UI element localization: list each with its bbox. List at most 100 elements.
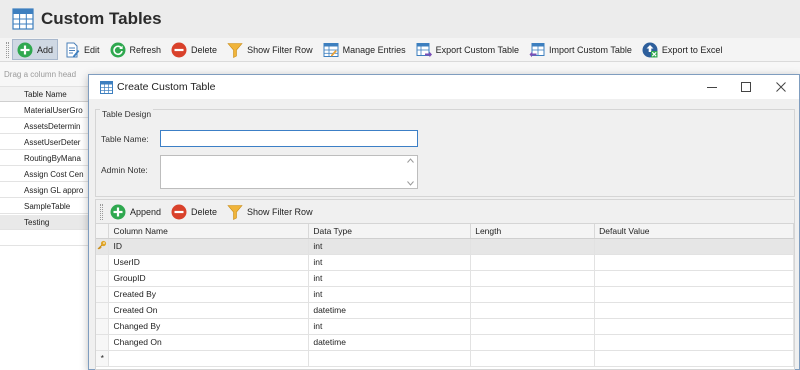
export-custom-table-label: Export Custom Table bbox=[435, 44, 520, 55]
table-row[interactable]: Assign GL appro bbox=[0, 183, 95, 198]
row-indicator bbox=[96, 334, 110, 351]
minimize-icon bbox=[707, 82, 717, 92]
new-row-cell[interactable] bbox=[594, 350, 794, 367]
column-name-cell[interactable]: UserID bbox=[108, 254, 310, 271]
manage-entries-button[interactable]: Manage Entries bbox=[319, 39, 410, 60]
default-value-cell[interactable] bbox=[594, 254, 794, 271]
table-row-empty bbox=[0, 231, 95, 246]
import-custom-table-button[interactable]: Import Custom Table bbox=[525, 39, 636, 60]
columns-header-row: Column Name Data Type Length Default Val… bbox=[96, 224, 794, 239]
length-cell[interactable] bbox=[470, 302, 596, 319]
column-name-cell[interactable]: ID bbox=[108, 238, 310, 255]
default-value-cell[interactable] bbox=[594, 286, 794, 303]
table-row[interactable]: Changed On datetime bbox=[96, 334, 794, 351]
export-to-excel-button[interactable]: Export to Excel bbox=[638, 39, 727, 60]
column-definitions-grid: Append Delete Show Filter Row Column Nam… bbox=[95, 199, 795, 370]
column-name-cell[interactable]: Changed On bbox=[108, 334, 310, 351]
table-name-input[interactable] bbox=[160, 130, 418, 147]
delete-button-label: Delete bbox=[191, 44, 218, 55]
table-row-name: Assign GL appro bbox=[24, 186, 84, 195]
table-row[interactable]: Created By int bbox=[96, 286, 794, 303]
dialog-title-bar[interactable]: Create Custom Table bbox=[89, 75, 799, 99]
data-type-cell[interactable]: int bbox=[308, 318, 472, 335]
table-row[interactable]: UserID int bbox=[96, 254, 794, 271]
table-row[interactable]: Testing bbox=[0, 215, 95, 230]
export-custom-table-button[interactable]: Export Custom Table bbox=[412, 39, 523, 60]
data-type-cell[interactable]: int bbox=[308, 270, 472, 287]
length-cell[interactable] bbox=[470, 318, 596, 335]
new-row-cell[interactable] bbox=[470, 350, 596, 367]
column-name-cell[interactable]: Created On bbox=[108, 302, 310, 319]
toolbar-grip[interactable] bbox=[6, 41, 9, 58]
edit-button[interactable]: Edit bbox=[60, 39, 104, 60]
row-indicator bbox=[96, 254, 110, 271]
default-value-cell[interactable] bbox=[594, 238, 794, 255]
column-show-filter-row-button[interactable]: Show Filter Row bbox=[223, 201, 317, 222]
table-row[interactable]: RoutingByMana bbox=[0, 151, 95, 166]
table-row[interactable]: Changed By int bbox=[96, 318, 794, 335]
column-name-cell[interactable]: GroupID bbox=[108, 270, 310, 287]
length-cell[interactable] bbox=[470, 334, 596, 351]
data-type-cell[interactable]: int bbox=[308, 286, 472, 303]
scroll-down-icon[interactable] bbox=[407, 181, 414, 186]
new-item-row[interactable]: * bbox=[96, 350, 794, 367]
delete-column-button[interactable]: Delete bbox=[167, 201, 221, 222]
default-value-cell[interactable] bbox=[594, 270, 794, 287]
add-button[interactable]: Add bbox=[12, 39, 59, 60]
new-row-marker: * bbox=[96, 350, 110, 367]
scroll-up-icon[interactable] bbox=[407, 158, 414, 163]
table-row-name: AssetUserDeter bbox=[24, 138, 81, 147]
table-row[interactable]: Assign Cost Cen bbox=[0, 167, 95, 182]
table-name-column-header[interactable]: Table Name bbox=[0, 87, 95, 102]
length-header[interactable]: Length bbox=[470, 224, 596, 239]
table-row-name: Testing bbox=[24, 218, 50, 227]
admin-note-scrollbar[interactable] bbox=[404, 156, 417, 188]
column-name-cell[interactable]: Created By bbox=[108, 286, 310, 303]
data-type-cell[interactable]: int bbox=[308, 238, 472, 255]
new-row-cell[interactable] bbox=[308, 350, 472, 367]
data-type-header[interactable]: Data Type bbox=[308, 224, 472, 239]
column-name-header[interactable]: Column Name bbox=[108, 224, 310, 239]
show-filter-row-label: Show Filter Row bbox=[247, 44, 313, 55]
append-column-button[interactable]: Append bbox=[106, 201, 165, 222]
data-type-cell[interactable]: datetime bbox=[308, 302, 472, 319]
minimize-button[interactable] bbox=[695, 77, 729, 97]
edit-document-icon bbox=[64, 42, 80, 58]
maximize-icon bbox=[741, 82, 751, 92]
delete-circle-icon bbox=[171, 42, 187, 58]
show-filter-row-button[interactable]: Show Filter Row bbox=[223, 39, 317, 60]
delete-button[interactable]: Delete bbox=[167, 39, 221, 60]
length-cell[interactable] bbox=[470, 286, 596, 303]
data-type-cell[interactable]: int bbox=[308, 254, 472, 271]
admin-note-input[interactable] bbox=[160, 155, 418, 189]
table-row[interactable]: SampleTable bbox=[0, 199, 95, 214]
import-custom-table-label: Import Custom Table bbox=[549, 44, 632, 55]
close-button[interactable] bbox=[764, 77, 798, 97]
toolbar-grip[interactable] bbox=[100, 203, 103, 220]
add-circle-icon bbox=[17, 42, 33, 58]
table-design-legend: Table Design bbox=[100, 109, 154, 119]
table-row[interactable]: ID int bbox=[96, 238, 794, 255]
length-cell[interactable] bbox=[470, 254, 596, 271]
new-row-cell[interactable] bbox=[108, 350, 310, 367]
table-row[interactable]: GroupID int bbox=[96, 270, 794, 287]
table-row[interactable]: AssetsDetermin bbox=[0, 119, 95, 134]
default-value-cell[interactable] bbox=[594, 318, 794, 335]
table-row[interactable]: MaterialUserGro bbox=[0, 103, 95, 118]
length-cell[interactable] bbox=[470, 238, 596, 255]
table-row[interactable]: AssetUserDeter bbox=[0, 135, 95, 150]
table-grid-icon bbox=[12, 8, 34, 30]
columns-table: Column Name Data Type Length Default Val… bbox=[96, 224, 794, 367]
column-name-cell[interactable]: Changed By bbox=[108, 318, 310, 335]
refresh-button[interactable]: Refresh bbox=[106, 39, 166, 60]
table-row-name: SampleTable bbox=[24, 202, 71, 211]
data-type-cell[interactable]: datetime bbox=[308, 334, 472, 351]
default-value-cell[interactable] bbox=[594, 302, 794, 319]
default-value-cell[interactable] bbox=[594, 334, 794, 351]
table-row[interactable]: Created On datetime bbox=[96, 302, 794, 319]
maximize-button[interactable] bbox=[729, 77, 763, 97]
append-circle-icon bbox=[110, 204, 126, 220]
app-title-bar: Custom Tables bbox=[0, 0, 800, 38]
default-value-header[interactable]: Default Value bbox=[594, 224, 794, 239]
length-cell[interactable] bbox=[470, 270, 596, 287]
